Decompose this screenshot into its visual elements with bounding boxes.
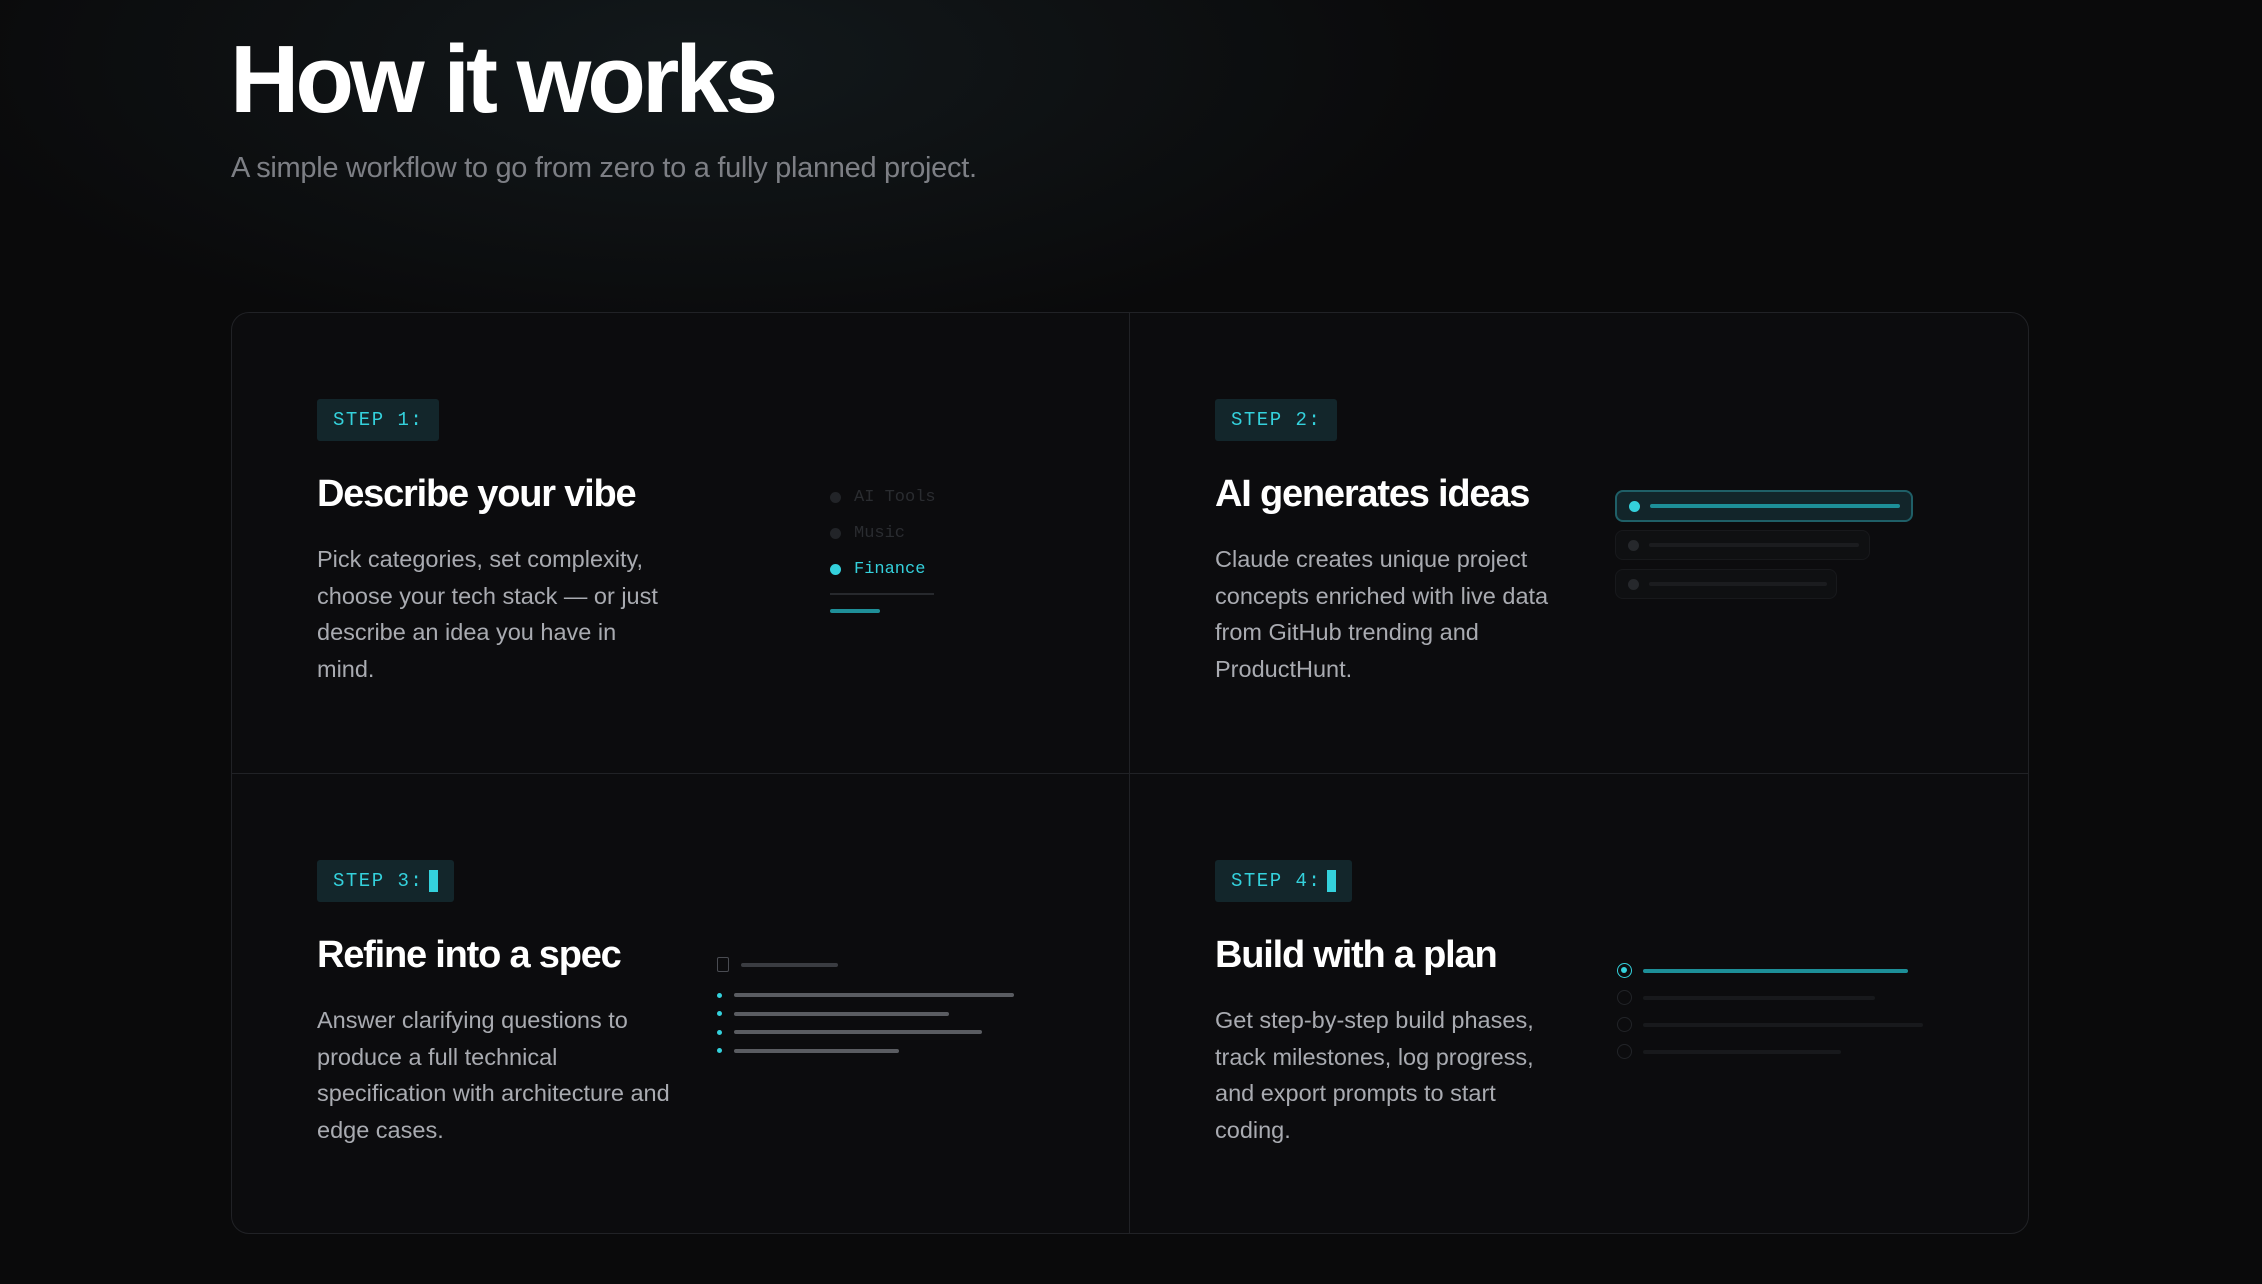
- step-badge-label: STEP 3:: [333, 870, 424, 892]
- placeholder-bar: [1649, 543, 1859, 547]
- circle-icon: [1617, 990, 1632, 1005]
- placeholder-bar: [1643, 995, 1875, 1000]
- step-badge-label: STEP 2:: [1231, 409, 1322, 431]
- bullet-icon: [717, 992, 722, 998]
- steps-grid: STEP 1: Describe your vibe Pick categori…: [231, 312, 2029, 1234]
- step-description: Answer clarifying questions to produce a…: [317, 1007, 670, 1143]
- category-item-selected: Finance: [830, 551, 936, 587]
- category-list-illustration: AI Tools Music Finance: [830, 479, 936, 613]
- placeholder-bar: [1643, 1022, 1923, 1027]
- spec-line: [717, 1005, 1014, 1024]
- step-description: Get step-by-step build phases, track mil…: [1215, 1007, 1534, 1143]
- placeholder-bar: [741, 962, 838, 967]
- plan-row: [1617, 984, 1923, 1011]
- step-card-4: STEP 4: Build with a plan Get step-by-st…: [1130, 774, 2028, 1233]
- page-subtitle: A simple workflow to go from zero to a f…: [231, 152, 977, 184]
- step-description: Claude creates unique project concepts e…: [1215, 546, 1549, 682]
- dot-icon: [830, 491, 841, 503]
- placeholder-bar: [1643, 1049, 1841, 1054]
- placeholder-bar: [1643, 968, 1908, 973]
- step-card-1: STEP 1: Describe your vibe Pick categori…: [232, 313, 1130, 774]
- page-title: How it works: [230, 26, 778, 133]
- dot-icon: [1628, 578, 1639, 590]
- bullet-icon: [717, 1029, 722, 1035]
- circle-icon: [1617, 1044, 1632, 1059]
- placeholder-bar: [734, 993, 1014, 998]
- bullet-icon: [717, 1011, 722, 1017]
- idea-card-illustration: [1615, 569, 1837, 599]
- circle-icon: [1617, 1017, 1632, 1032]
- idea-card-selected-illustration: [1615, 490, 1913, 522]
- spec-header: [717, 957, 1014, 972]
- plan-row: [1617, 1038, 1923, 1065]
- category-label: AI Tools: [854, 487, 936, 507]
- idea-card-illustration: [1615, 530, 1870, 560]
- dot-icon: [1629, 500, 1640, 512]
- placeholder-bar: [734, 1030, 982, 1035]
- step-title: Build with a plan: [1215, 934, 1498, 976]
- bullet-icon: [717, 1048, 722, 1054]
- divider: [830, 593, 934, 595]
- dot-icon: [1628, 539, 1639, 551]
- category-item: AI Tools: [830, 479, 936, 515]
- step-badge-label: STEP 1:: [333, 409, 424, 431]
- step-badge: STEP 1:: [317, 399, 440, 441]
- cursor-icon: [1327, 870, 1337, 892]
- category-label: Music: [854, 523, 906, 543]
- dot-icon: [830, 527, 841, 539]
- step-card-2: STEP 2: AI generates ideas Claude create…: [1130, 313, 2028, 774]
- step-badge: STEP 3:: [317, 860, 455, 902]
- build-plan-illustration: [1617, 957, 1923, 1065]
- file-icon: [717, 957, 729, 972]
- category-item: Music: [830, 515, 936, 551]
- cursor-icon: [429, 870, 439, 892]
- plan-row: [1617, 1011, 1923, 1038]
- placeholder-bar: [1649, 582, 1827, 586]
- placeholder-bar: [734, 1011, 949, 1016]
- category-label: Finance: [854, 559, 926, 579]
- dot-icon: [830, 563, 841, 575]
- step-badge: STEP 4:: [1215, 860, 1353, 902]
- step-badge-label: STEP 4:: [1231, 870, 1322, 892]
- spec-line: [717, 986, 1014, 1005]
- placeholder-bar: [1650, 504, 1900, 508]
- spec-document-illustration: [717, 957, 1014, 1060]
- step-description: Pick categories, set complexity, choose …: [317, 546, 658, 682]
- spec-line: [717, 1023, 1014, 1042]
- radio-icon: [1617, 963, 1632, 978]
- plan-row-current: [1617, 957, 1923, 984]
- step-title: Refine into a spec: [317, 934, 622, 976]
- placeholder-bar: [734, 1048, 899, 1053]
- step-title: AI generates ideas: [1215, 473, 1530, 515]
- accent-bar: [830, 609, 880, 613]
- step-badge: STEP 2:: [1215, 399, 1338, 441]
- step-title: Describe your vibe: [317, 473, 637, 515]
- step-card-3: STEP 3: Refine into a spec Answer clarif…: [232, 774, 1130, 1233]
- spec-line: [717, 1042, 1014, 1061]
